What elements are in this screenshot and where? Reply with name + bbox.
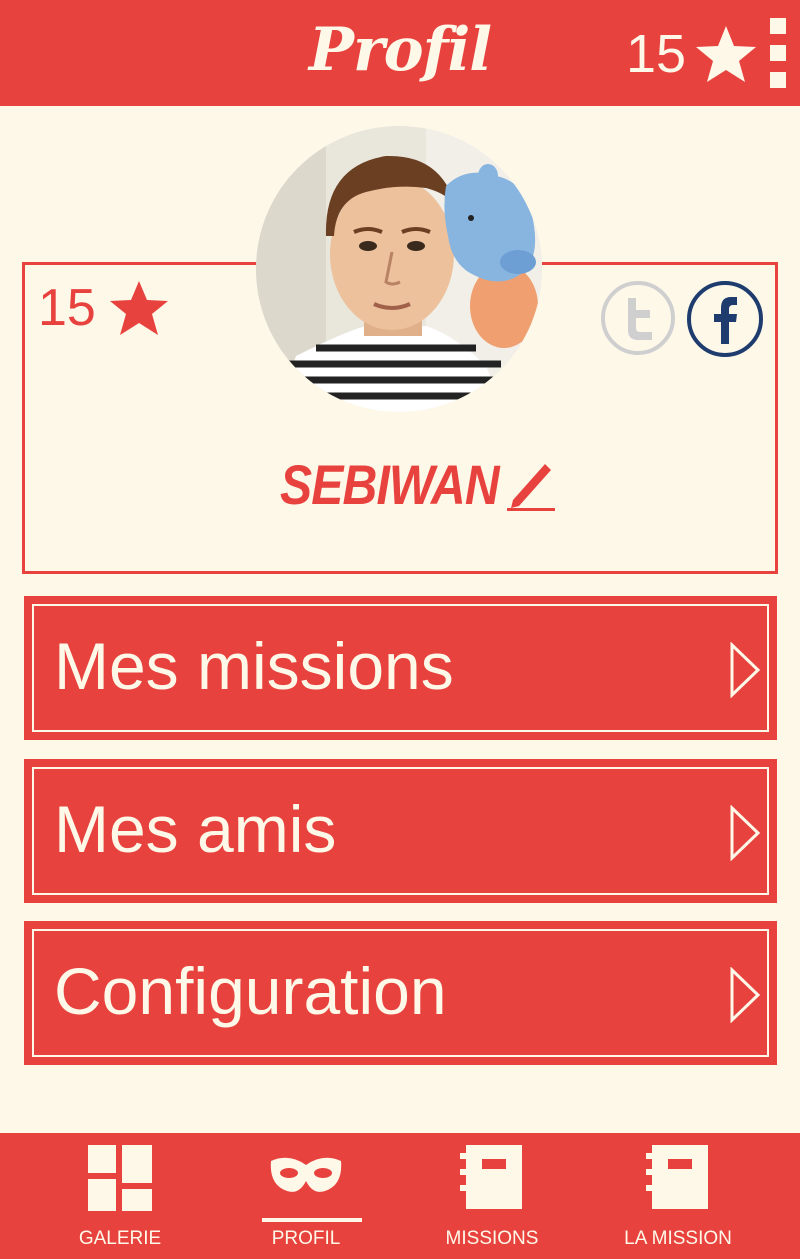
- nav-label: PROFIL: [271, 1228, 341, 1249]
- chevron-right-icon: [730, 642, 761, 698]
- header-star-count: 15: [626, 24, 687, 84]
- nav-label: LA MISSION: [624, 1228, 732, 1249]
- nav-label: MISSIONS: [445, 1228, 539, 1249]
- nav-item-missions[interactable]: MISSIONS: [392, 1133, 592, 1259]
- avatar[interactable]: [256, 126, 542, 412]
- menu-item-label: Mes missions: [54, 629, 454, 703]
- menu-item-label: Mes amis: [54, 792, 337, 866]
- facebook-icon[interactable]: [686, 280, 764, 358]
- bottom-navigation: GALERIE PROFIL MISSIONS LA MISSION: [0, 1133, 800, 1259]
- nav-label: GALERIE: [78, 1228, 162, 1249]
- overflow-menu-icon[interactable]: [770, 18, 788, 90]
- configuration-button[interactable]: Configuration: [24, 921, 777, 1065]
- chevron-right-icon: [730, 805, 761, 861]
- twitter-icon[interactable]: [600, 280, 676, 356]
- notebook-icon: [646, 1145, 708, 1209]
- my-friends-button[interactable]: Mes amis: [24, 759, 777, 903]
- nav-item-the-mission[interactable]: LA MISSION: [578, 1133, 778, 1259]
- chevron-right-icon: [730, 967, 761, 1023]
- gallery-icon: [88, 1145, 152, 1211]
- pencil-icon[interactable]: [505, 456, 557, 514]
- mask-icon: [270, 1157, 342, 1192]
- nav-item-profile[interactable]: PROFIL: [206, 1133, 406, 1259]
- active-tab-indicator: [262, 1218, 362, 1222]
- nav-item-gallery[interactable]: GALERIE: [20, 1133, 220, 1259]
- star-icon: [696, 26, 756, 82]
- my-missions-button[interactable]: Mes missions: [24, 596, 777, 740]
- username: SEBIWAN: [280, 453, 500, 516]
- menu-item-label: Configuration: [54, 954, 447, 1028]
- profile-star-count: 15: [38, 279, 96, 337]
- notebook-icon: [460, 1145, 522, 1209]
- top-app-bar: Profil 15: [0, 0, 800, 106]
- star-icon: [110, 281, 168, 335]
- profile-screen: Profil 15 15 SEBIWAN Mes missions Mes am…: [0, 0, 800, 1259]
